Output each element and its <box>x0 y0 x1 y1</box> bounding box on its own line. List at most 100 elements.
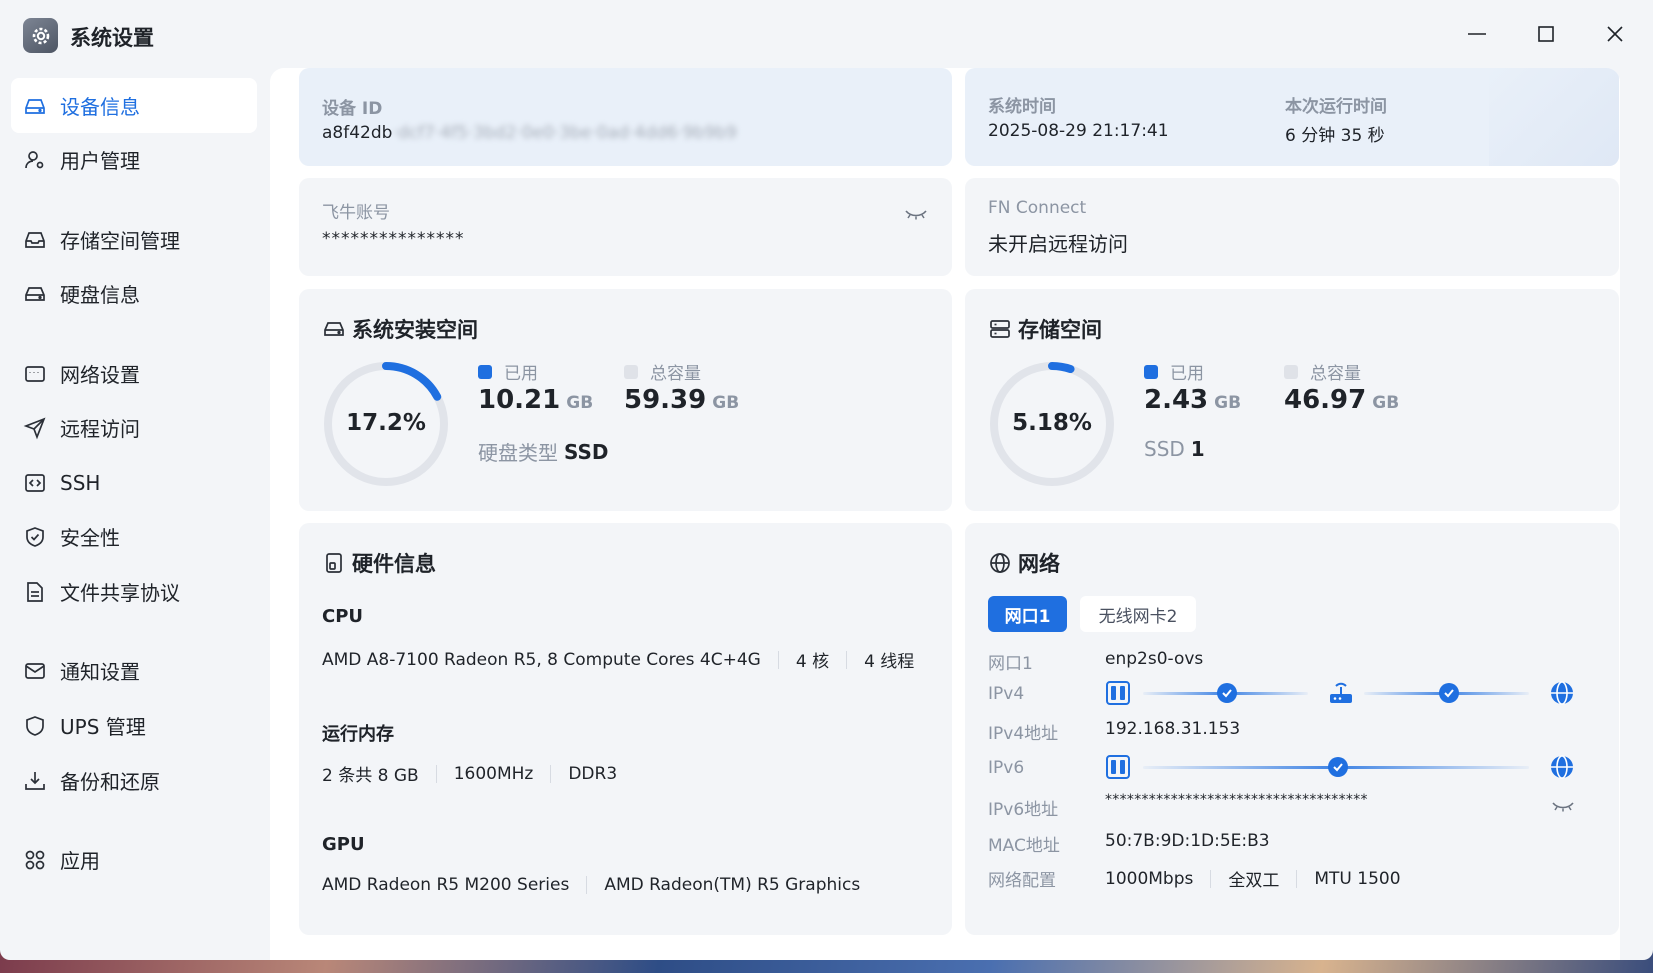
separator <box>435 764 437 783</box>
network-title: 网络 <box>988 548 1060 578</box>
ups-shield-icon <box>26 715 44 736</box>
code-icon <box>25 473 45 492</box>
disk-type: 硬盘类型 SSD <box>478 439 609 466</box>
settings-window: 系统设置 设备信息 用户管理 存储空间管理 硬盘信息 网络设置 远程访问 SSH… <box>0 0 1653 960</box>
system-space-card: 系统安装空间 17.2% 已用 总容量 10.21 GB 59.39 GB 硬盘类型… <box>299 289 952 511</box>
ipv6-label: IPv6 <box>988 758 1025 778</box>
sidebar-item-label: 设备信息 <box>60 95 140 119</box>
separator <box>777 650 779 669</box>
user-settings-icon <box>25 150 44 168</box>
sidebar-item-label: 通知设置 <box>60 660 140 684</box>
separator <box>1296 869 1298 888</box>
sidebar-item-remote-access[interactable]: 远程访问 <box>11 400 257 455</box>
fn-connect-label: FN Connect <box>988 198 1087 218</box>
sidebar-item-notifications[interactable]: 通知设置 <box>11 643 257 698</box>
nas-device-icon <box>1106 681 1130 705</box>
sidebar-item-ssh[interactable]: SSH <box>11 455 257 510</box>
sidebar-item-disk-info[interactable]: 硬盘信息 <box>11 266 257 321</box>
sidebar-item-label: SSH <box>60 470 101 495</box>
mac-label: MAC地址 <box>988 836 1060 856</box>
eye-closed-icon[interactable] <box>904 206 928 222</box>
cpu-label: CPU <box>322 606 364 627</box>
sidebar-item-backup[interactable]: 备份和还原 <box>11 753 257 808</box>
server-icon <box>990 320 1010 338</box>
maximize-button[interactable] <box>1526 16 1566 52</box>
harddisk-icon <box>25 286 45 301</box>
ssd-count: SSD 1 <box>1144 437 1205 461</box>
ipv6-addr-value: ************************************ <box>1105 792 1368 808</box>
used-swatch <box>478 364 492 379</box>
network-card: 网络 网口1 无线网卡2 网口1 enp2s0-ovs IPv4 IPv4地址 … <box>965 523 1619 935</box>
title-bar: 系统设置 <box>0 0 1653 68</box>
system-used-value: 10.21 GB <box>478 385 594 415</box>
port-label: 网口1 <box>988 654 1033 674</box>
sidebar-item-storage-management[interactable]: 存储空间管理 <box>11 212 257 267</box>
uptime-value: 6 分钟 35 秒 <box>1285 126 1385 146</box>
download-icon <box>25 771 45 790</box>
total-swatch <box>624 364 638 379</box>
system-time-card: 系统时间 2025-08-29 21:17:41 本次运行时间 6 分钟 35 … <box>965 68 1619 166</box>
cpu-info-row: AMD A8-7100 Radeon R5, 8 Compute Cores 4… <box>322 649 915 673</box>
system-total-value: 59.39 GB <box>624 385 740 415</box>
internet-globe-icon <box>1551 755 1573 779</box>
globe-icon <box>990 553 1010 573</box>
sidebar-item-label: UPS 管理 <box>60 715 146 739</box>
file-icon <box>27 581 43 602</box>
account-label: 飞牛账号 <box>322 203 390 223</box>
sidebar-item-label: 网络设置 <box>60 363 140 387</box>
check-icon <box>1217 683 1237 703</box>
check-icon <box>1328 757 1348 777</box>
sidebar-item-apps[interactable]: 应用 <box>11 832 257 887</box>
sidebar-item-label: 文件共享协议 <box>60 581 180 605</box>
total-swatch <box>1284 364 1298 379</box>
mac-value: 50:7B:9D:1D:5E:B3 <box>1105 831 1270 851</box>
gpu-label: GPU <box>322 834 365 855</box>
send-icon <box>23 417 46 439</box>
apps-icon <box>25 850 45 869</box>
tab-wireless2[interactable]: 无线网卡2 <box>1080 596 1196 632</box>
sidebar: 设备信息 用户管理 存储空间管理 硬盘信息 网络设置 远程访问 SSH 安全性 <box>0 68 268 960</box>
device-icon <box>25 98 45 114</box>
port-value: enp2s0-ovs <box>1105 649 1204 669</box>
storage-space-percent: 5.18% <box>1012 410 1092 436</box>
sidebar-item-label: 用户管理 <box>60 149 140 173</box>
window-title: 系统设置 <box>70 26 154 50</box>
minimize-button[interactable] <box>1457 16 1497 52</box>
ipv4-addr-label: IPv4地址 <box>988 724 1059 744</box>
eye-closed-icon[interactable] <box>1551 800 1575 814</box>
harddisk-icon <box>324 322 344 336</box>
ram-info-row: 2 条共 8 GB 1600MHz DDR3 <box>322 763 618 787</box>
hardware-title: 硬件信息 <box>322 548 436 578</box>
device-id-blurred: ·dcf7·4f5·3bd2·0e0·3be·0ad·4dd6·9b9b9 <box>392 123 737 143</box>
main-panel: 设备 ID a8f42db·dcf7·4f5·3bd2·0e0·3be·0ad·… <box>270 68 1620 960</box>
sidebar-item-ups[interactable]: UPS 管理 <box>11 698 257 753</box>
hardware-card: 硬件信息 CPU AMD A8-7100 Radeon R5, 8 Comput… <box>299 523 952 935</box>
close-button[interactable] <box>1595 16 1635 52</box>
separator <box>586 876 588 894</box>
card-decoration <box>1489 68 1619 166</box>
sidebar-item-user-management[interactable]: 用户管理 <box>11 132 257 187</box>
storage-space-title: 存储空间 <box>988 314 1102 344</box>
sidebar-item-device-info[interactable]: 设备信息 <box>11 78 257 133</box>
internet-globe-icon <box>1551 681 1573 705</box>
system-time-value: 2025-08-29 21:17:41 <box>988 121 1169 141</box>
system-space-title: 系统安装空间 <box>322 314 478 344</box>
gpu-info-row: AMD Radeon R5 M200 Series AMD Radeon(TM)… <box>322 875 861 895</box>
used-legend: 已用 <box>478 359 538 384</box>
sidebar-item-label: 远程访问 <box>60 417 140 441</box>
sidebar-item-security[interactable]: 安全性 <box>11 509 257 564</box>
sidebar-item-network-settings[interactable]: 网络设置 <box>11 346 257 401</box>
config-row: 1000Mbps 全双工 MTU 1500 <box>1105 868 1401 892</box>
sidebar-item-label: 备份和还原 <box>60 770 160 794</box>
tab-port1[interactable]: 网口1 <box>988 596 1067 632</box>
sidebar-item-label: 存储空间管理 <box>60 229 180 253</box>
sidebar-item-label: 安全性 <box>60 526 120 550</box>
device-id-value: a8f42db·dcf7·4f5·3bd2·0e0·3be·0ad·4dd6·9… <box>322 123 737 143</box>
sidebar-item-label: 硬盘信息 <box>60 283 140 307</box>
used-swatch <box>1144 364 1158 379</box>
sidebar-item-file-sharing[interactable]: 文件共享协议 <box>11 564 257 619</box>
mail-icon <box>25 662 45 679</box>
ipv4-addr-value: 192.168.31.153 <box>1105 719 1241 739</box>
separator <box>1210 869 1212 888</box>
chip-icon <box>326 553 342 573</box>
